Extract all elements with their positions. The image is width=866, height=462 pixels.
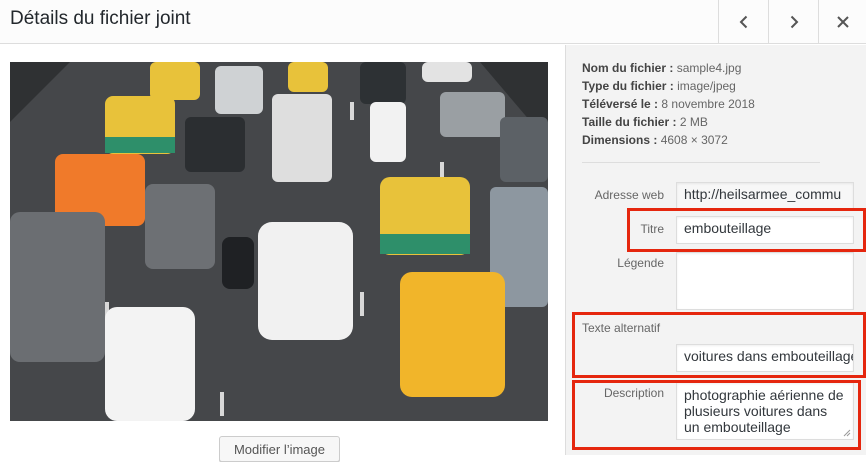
highlight-alt-text <box>572 312 866 378</box>
meta-dimensions: Dimensions : 4608 × 3072 <box>582 133 728 147</box>
url-field[interactable]: http://heilsarmee_commu <box>676 182 854 210</box>
close-icon <box>836 16 849 28</box>
modal-title: Détails du fichier joint <box>10 8 191 29</box>
meta-filesize: Taille du fichier : 2 MB <box>582 115 708 129</box>
caption-field[interactable] <box>676 252 854 310</box>
caption-label: Légende <box>617 256 664 270</box>
meta-uploaded: Téléversé le : 8 novembre 2018 <box>582 97 755 111</box>
next-attachment-button[interactable] <box>768 0 818 44</box>
attachment-image <box>10 62 548 421</box>
close-button[interactable] <box>818 0 866 44</box>
traffic-jam-photo <box>10 62 548 421</box>
highlight-title <box>627 208 866 252</box>
meta-filetype: Type du fichier : image/jpeg <box>582 79 736 93</box>
file-metadata: Nom du fichier : sample4.jpg Type du fic… <box>582 59 755 149</box>
divider <box>582 162 820 163</box>
meta-filename: Nom du fichier : sample4.jpg <box>582 61 742 75</box>
chevron-left-icon <box>739 15 747 29</box>
url-label: Adresse web <box>594 188 664 202</box>
highlight-description <box>572 380 861 450</box>
previous-attachment-button[interactable] <box>718 0 768 44</box>
modal-header: Détails du fichier joint <box>0 0 866 44</box>
edit-image-button[interactable]: Modifier l’image <box>219 436 340 462</box>
chevron-right-icon <box>790 15 798 29</box>
